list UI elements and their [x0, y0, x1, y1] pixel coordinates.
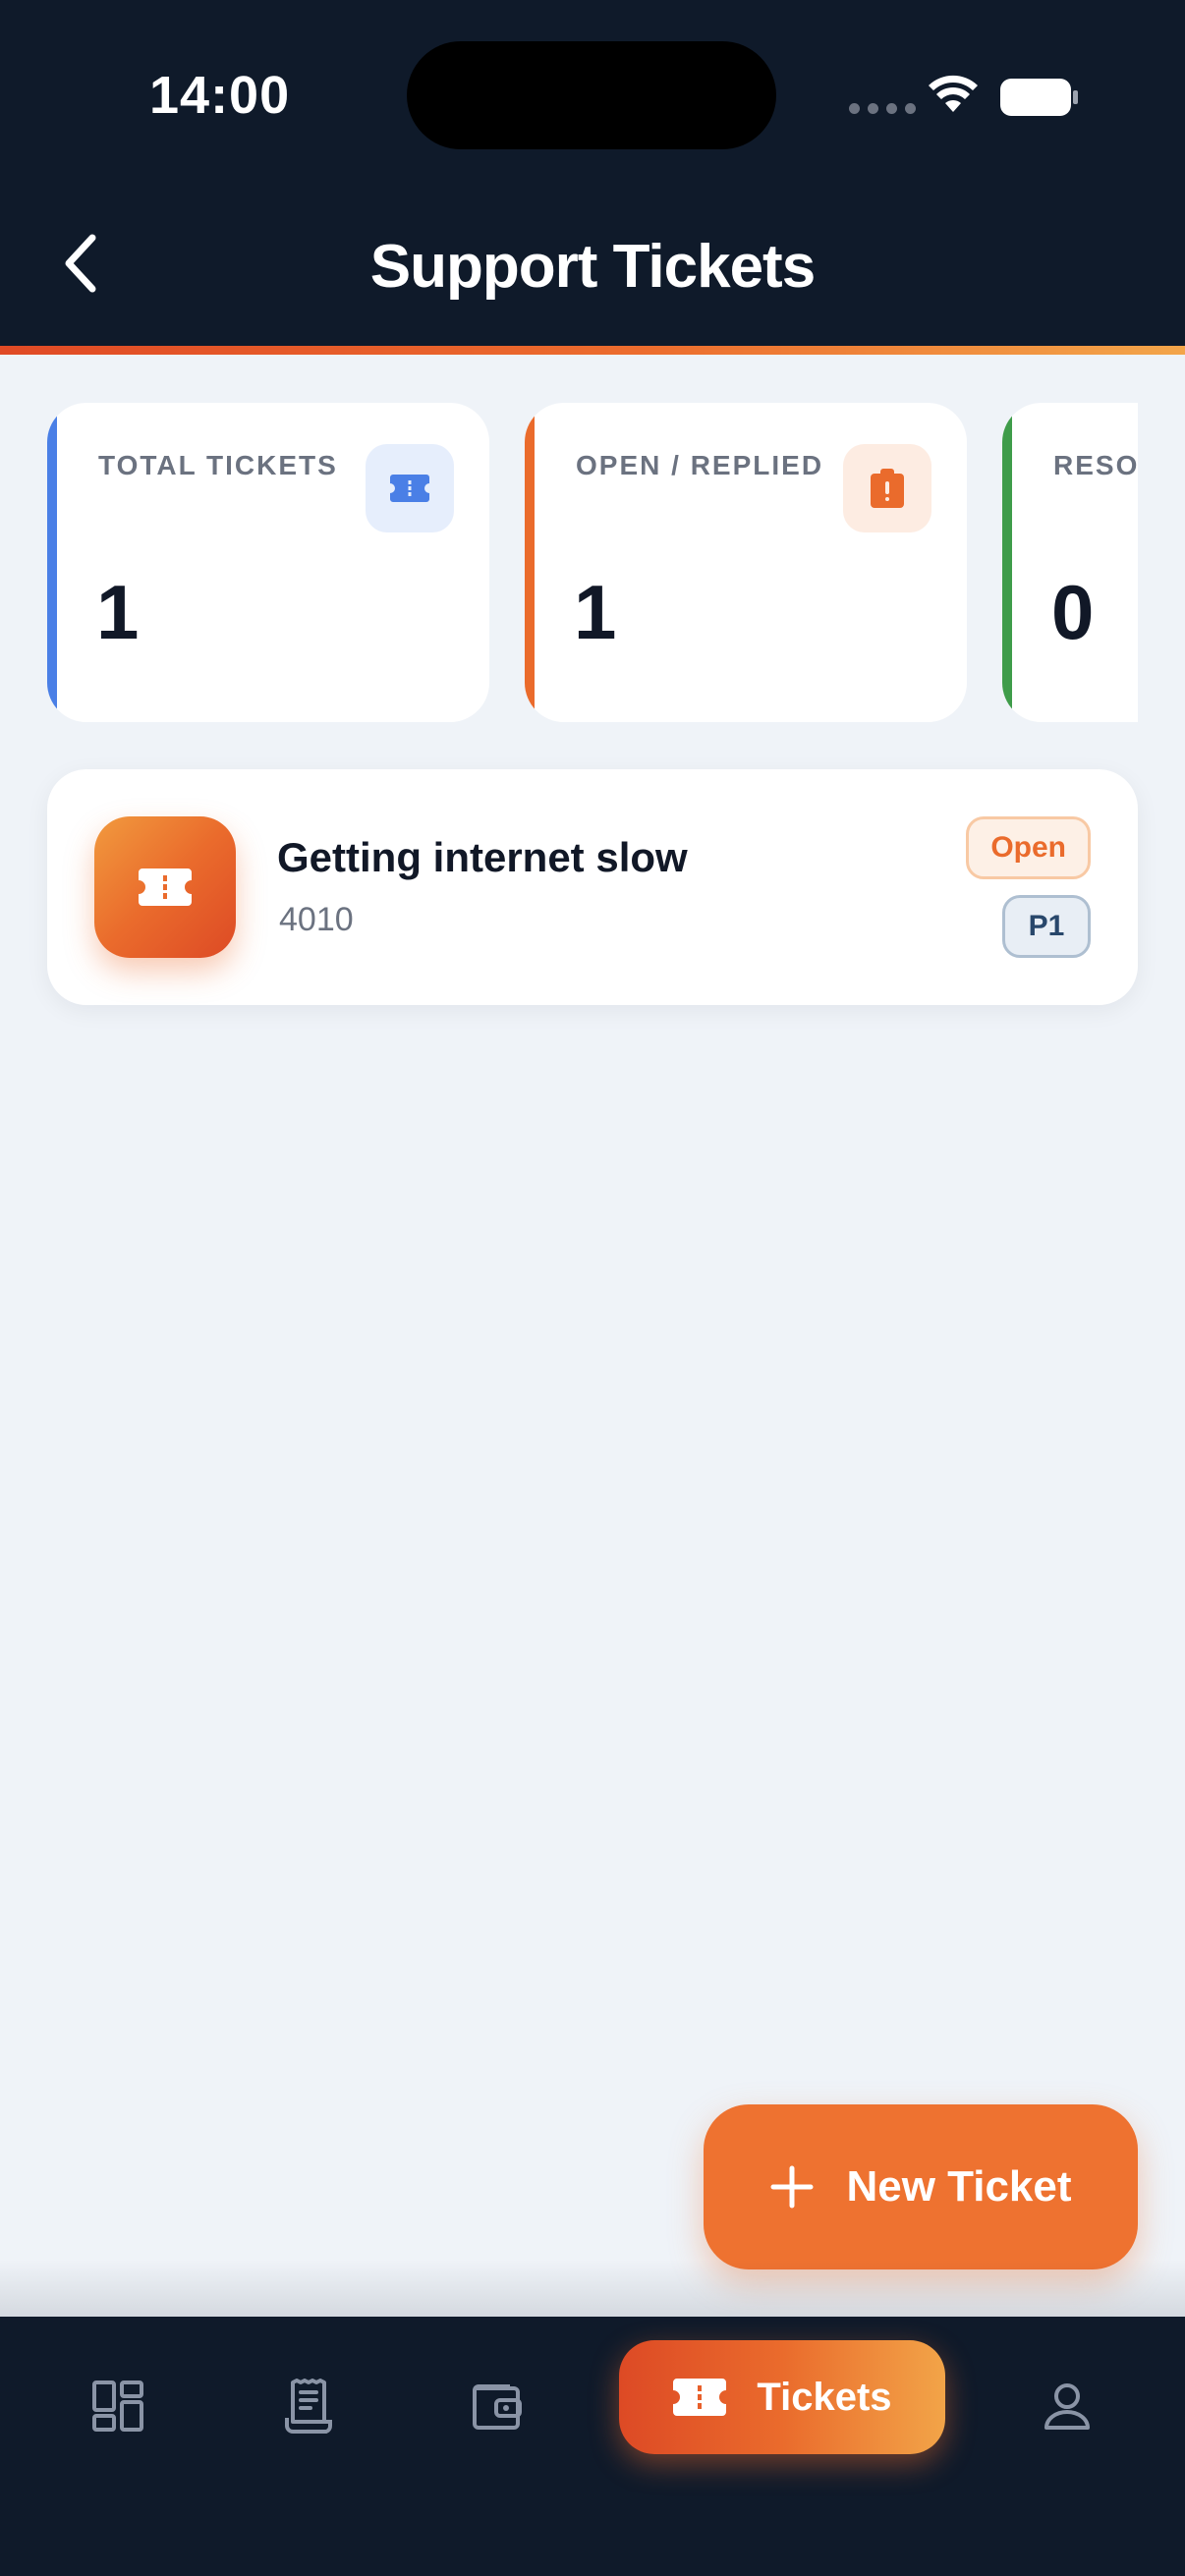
ticket-title: Getting internet slow [277, 834, 688, 880]
stat-value: 1 [574, 569, 617, 655]
page-title: Support Tickets [369, 233, 816, 301]
stat-label: RESO [1053, 450, 1138, 480]
ticket-icon [94, 816, 236, 958]
nav-dashboard[interactable] [79, 2364, 157, 2448]
stat-accent-bar [525, 403, 535, 722]
new-ticket-label: New Ticket [846, 2162, 1072, 2211]
priority-badge: P1 [1002, 895, 1091, 958]
profile-icon [1044, 2383, 1090, 2430]
nav-invoices[interactable] [269, 2364, 348, 2448]
clipboard-alert-icon [843, 444, 931, 532]
ticket-id: 4010 [279, 901, 354, 938]
stat-label: OPEN / REPLIED [576, 450, 824, 480]
stat-value: 0 [1051, 569, 1095, 655]
stat-value: 1 [96, 569, 140, 655]
stat-accent-bar [1002, 403, 1012, 722]
invoice-icon [285, 2379, 332, 2434]
nav-tickets[interactable]: Tickets [619, 2340, 945, 2454]
stat-card-open[interactable]: OPEN / REPLIED 1 [525, 403, 967, 722]
new-ticket-button[interactable]: New Ticket [704, 2104, 1138, 2269]
bottom-nav: Tickets [0, 2317, 1185, 2576]
nav-shadow [0, 2260, 1185, 2319]
wifi-icon [929, 75, 978, 112]
status-badge: Open [966, 816, 1091, 879]
dashboard-icon [92, 2380, 143, 2432]
nav-wallet[interactable] [458, 2364, 536, 2448]
header-accent-bar [0, 346, 1185, 355]
ticket-icon [366, 444, 454, 532]
plus-icon [770, 2165, 814, 2209]
nav-profile[interactable] [1028, 2364, 1106, 2448]
stat-accent-bar [47, 403, 57, 722]
wallet-icon [473, 2384, 522, 2430]
status-time: 14:00 [149, 66, 291, 125]
dynamic-island [407, 41, 776, 149]
app-header: 14:00 Support Tickets [0, 0, 1185, 346]
stat-card-resolved[interactable]: RESO 0 [1002, 403, 1138, 722]
nav-tickets-label: Tickets [757, 2375, 892, 2419]
stats-row[interactable]: TOTAL TICKETS 1 OPEN / REPLIED 1 RESO 0 [47, 403, 1138, 722]
signal-icon [849, 103, 916, 114]
ticket-row[interactable]: Getting internet slow 4010 Open P1 [47, 769, 1138, 1005]
stat-label: TOTAL TICKETS [98, 450, 338, 480]
stat-card-total[interactable]: TOTAL TICKETS 1 [47, 403, 489, 722]
battery-icon [1000, 79, 1078, 116]
ticket-icon [673, 2379, 727, 2416]
